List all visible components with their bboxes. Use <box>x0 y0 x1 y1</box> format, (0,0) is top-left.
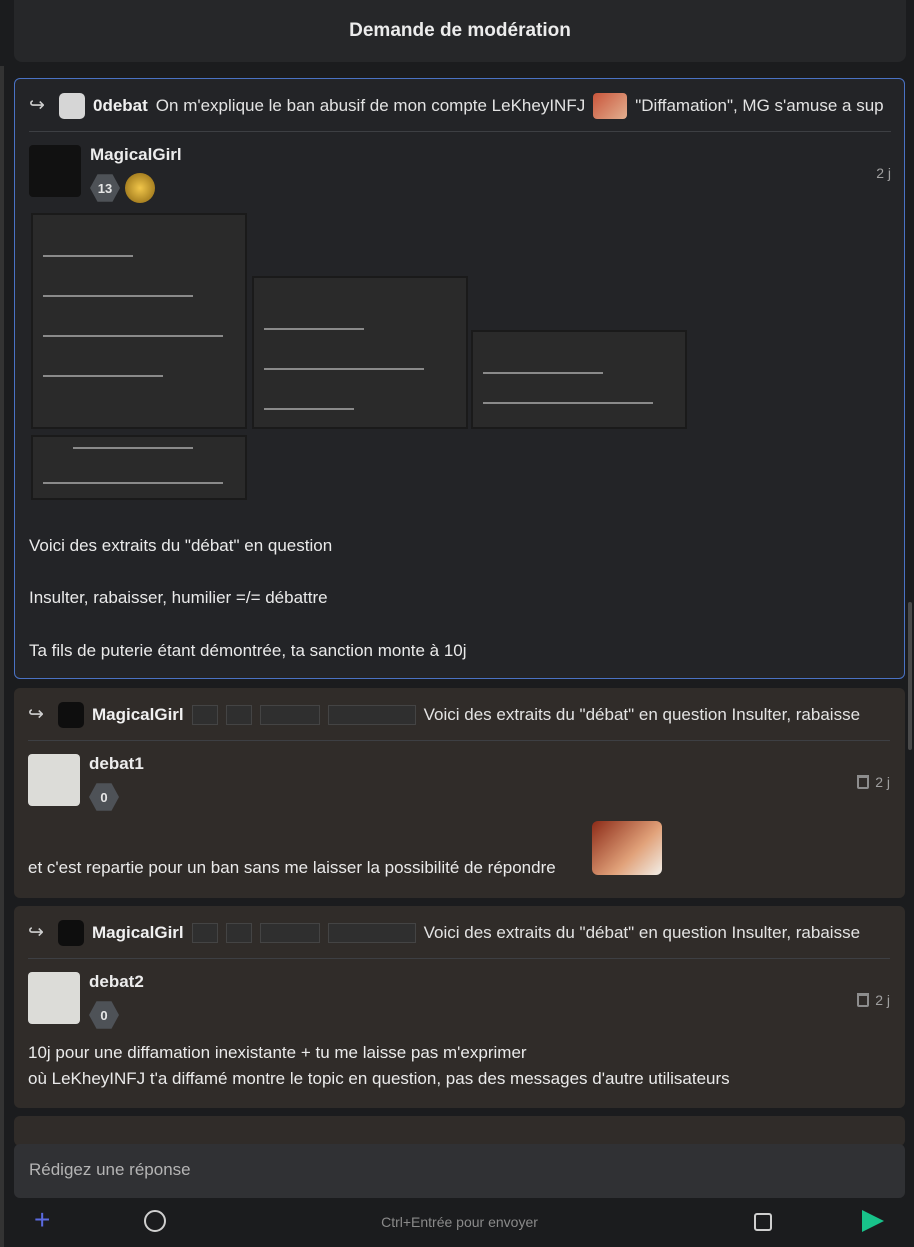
screenshot-image[interactable] <box>31 435 247 500</box>
composer-toolbar: + Ctrl+Entrée pour envoyer <box>14 1204 905 1240</box>
page-title: Demande de modération <box>349 20 571 41</box>
screenshot-image[interactable] <box>31 213 247 429</box>
image-thumbnail <box>327 705 416 725</box>
avatar <box>59 93 85 119</box>
avatar <box>58 920 84 946</box>
sticker-image <box>593 93 628 119</box>
message-line: Voici des extraits du "débat" en questio… <box>29 536 333 555</box>
quoted-author: MagicalGirl <box>92 705 184 724</box>
send-icon[interactable] <box>862 1210 884 1232</box>
post-card: ↪ 0debat On m'explique le ban abusif de … <box>14 78 905 679</box>
username[interactable]: debat2 <box>89 972 144 992</box>
level-badge: 0 <box>89 1001 119 1029</box>
avatar[interactable] <box>28 754 80 806</box>
username[interactable]: debat1 <box>89 754 144 774</box>
image-thumbnail <box>259 705 320 725</box>
quoted-author: MagicalGirl <box>92 923 184 942</box>
image-thumbnail <box>225 705 252 725</box>
scrollbar[interactable] <box>908 602 912 750</box>
post-author: MagicalGirl 13 2 j <box>29 145 891 205</box>
reply-placeholder: Rédigez une réponse <box>29 1160 191 1179</box>
username[interactable]: MagicalGirl <box>90 145 182 165</box>
screenshot-image[interactable] <box>252 276 468 429</box>
reply-input[interactable]: Rédigez une réponse <box>14 1144 905 1198</box>
post-card: ↪ MagicalGirl Voici des extraits du "déb… <box>14 688 905 898</box>
message-line: Insulter, rabaisser, humilier =/= débatt… <box>29 588 328 607</box>
gold-badge-icon <box>125 173 155 203</box>
reply-arrow-icon: ↪ <box>29 95 45 116</box>
message-line: Ta fils de puterie étant démontrée, ta s… <box>29 641 467 660</box>
post-card-partial <box>14 1116 905 1146</box>
timestamp: 2 j <box>857 774 890 790</box>
post-author: debat1 0 2 j <box>28 754 890 814</box>
quoted-text: Voici des extraits du "débat" en questio… <box>423 705 861 724</box>
sticker-icon[interactable] <box>754 1213 772 1231</box>
left-edge <box>0 66 4 1247</box>
image-thumbnail <box>225 923 252 943</box>
image-thumbnail <box>191 705 218 725</box>
post-card: ↪ MagicalGirl Voici des extraits du "déb… <box>14 906 905 1108</box>
screenshot-image[interactable] <box>471 330 687 429</box>
avatar[interactable] <box>28 972 80 1024</box>
message-line: et c'est repartie pour un ban sans me la… <box>28 858 556 877</box>
quoted-text: On m'explique le ban abusif de mon compt… <box>155 96 586 115</box>
level-badge: 13 <box>90 174 120 202</box>
level-badge: 0 <box>89 783 119 811</box>
trash-icon[interactable] <box>857 775 870 789</box>
image-thumbnail <box>259 923 320 943</box>
timestamp: 2 j <box>876 165 891 181</box>
quoted-reply[interactable]: ↪ MagicalGirl Voici des extraits du "déb… <box>28 702 890 728</box>
avatar[interactable] <box>29 145 81 197</box>
reply-arrow-icon: ↪ <box>28 922 44 943</box>
divider <box>28 740 890 741</box>
timestamp: 2 j <box>857 992 890 1008</box>
image-thumbnail <box>327 923 416 943</box>
message-line: 10j pour une diffamation inexistante + t… <box>28 1043 527 1062</box>
trash-icon[interactable] <box>857 993 870 1007</box>
message-line: où LeKheyINFJ t'a diffamé montre le topi… <box>28 1069 730 1088</box>
divider <box>29 131 891 132</box>
quoted-reply[interactable]: ↪ 0debat On m'explique le ban abusif de … <box>29 93 891 119</box>
quoted-text: Voici des extraits du "débat" en questio… <box>423 923 861 942</box>
quoted-reply[interactable]: ↪ MagicalGirl Voici des extraits du "déb… <box>28 920 890 946</box>
reply-arrow-icon: ↪ <box>28 704 44 725</box>
divider <box>28 958 890 959</box>
quoted-text-continued: "Diffamation", MG s'amuse a sup <box>635 96 884 115</box>
page-header: Demande de modération <box>14 0 906 62</box>
quoted-author: 0debat <box>93 96 148 115</box>
avatar <box>58 702 84 728</box>
sticker-image <box>592 821 662 875</box>
image-thumbnail <box>191 923 218 943</box>
post-author: debat2 0 2 j <box>28 972 890 1032</box>
